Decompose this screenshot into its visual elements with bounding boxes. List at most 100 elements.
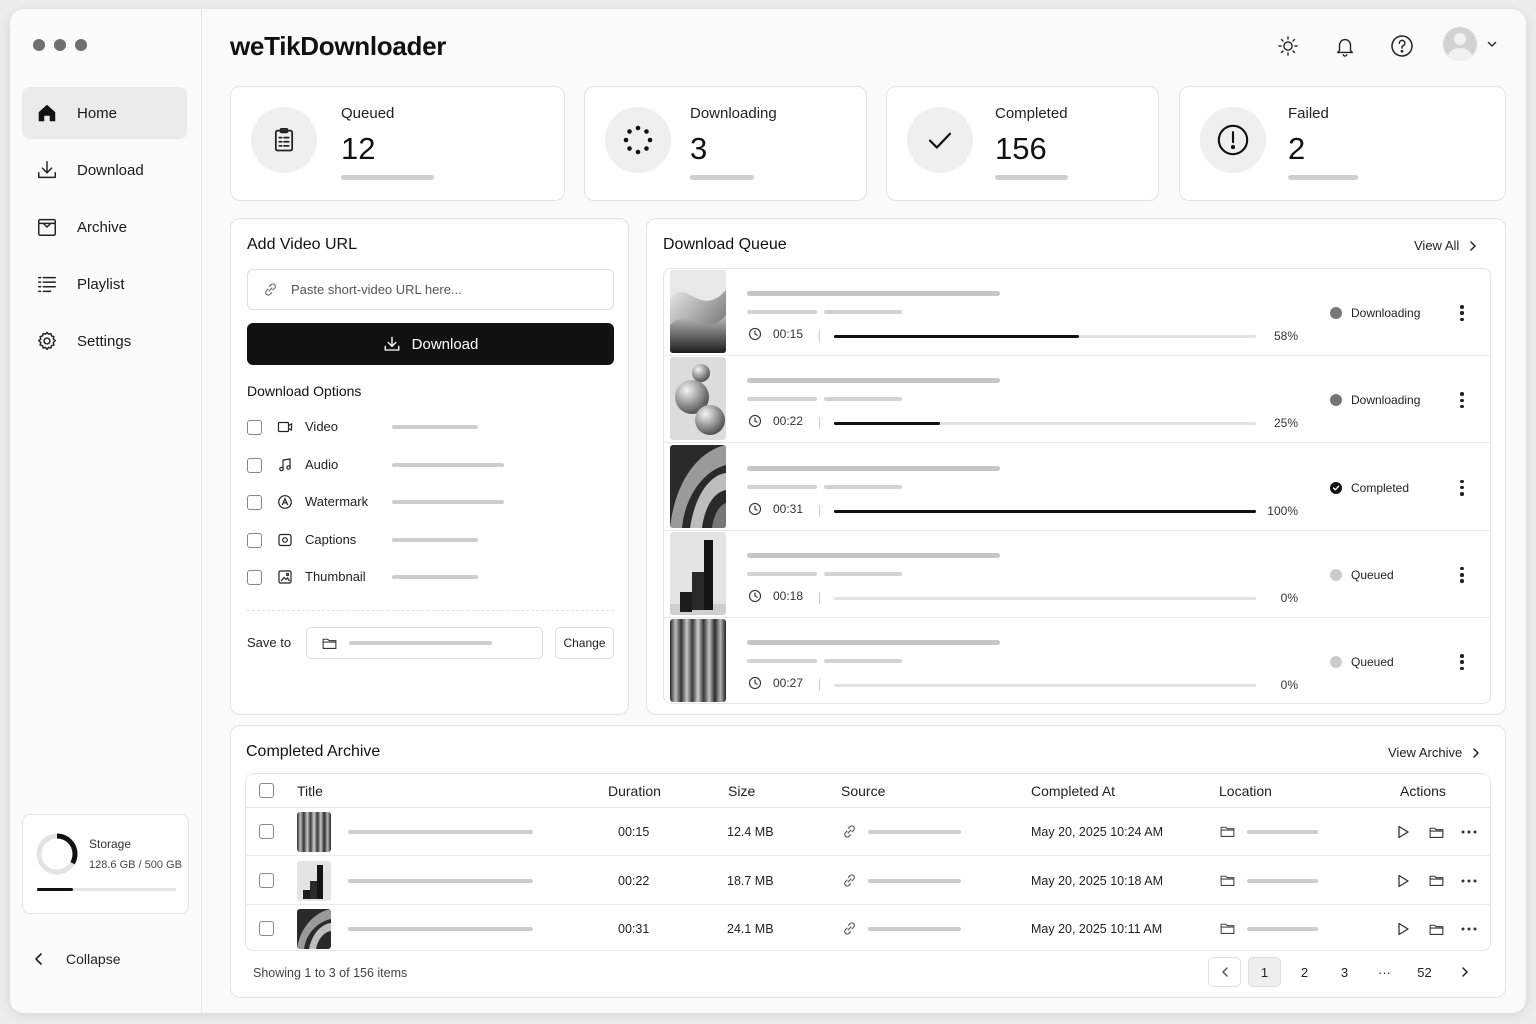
- row-checkbox[interactable]: [259, 921, 274, 936]
- column-header-completed-at[interactable]: Completed At: [1031, 774, 1115, 808]
- column-header-title[interactable]: Title: [297, 774, 323, 808]
- link-icon: [265, 283, 276, 296]
- clock-icon: [748, 327, 762, 341]
- option-checkbox[interactable]: [247, 457, 262, 473]
- table-row[interactable]: 00:31 24.1 MB May 20, 2025 10:11 AM: [246, 905, 1490, 950]
- video-thumbnail: [670, 270, 726, 353]
- queue-item[interactable]: 00:27 0% Queued: [664, 618, 1490, 703]
- sidebar-item-archive[interactable]: Archive: [22, 201, 187, 253]
- play-icon[interactable]: [1394, 872, 1412, 890]
- sidebar-item-playlist[interactable]: Playlist: [22, 258, 187, 310]
- captions-icon: [278, 533, 292, 547]
- stat-placeholder-bar: [1288, 175, 1358, 180]
- queue-item[interactable]: 00:31 100% Completed: [664, 444, 1490, 531]
- window-minimize-dot[interactable]: [54, 39, 66, 51]
- more-options-icon[interactable]: [1454, 390, 1470, 410]
- row-checkbox[interactable]: [259, 824, 274, 839]
- queue-item[interactable]: 00:18 0% Queued: [664, 531, 1490, 618]
- option-checkbox[interactable]: [247, 532, 262, 548]
- option-checkbox[interactable]: [247, 419, 262, 435]
- column-header-duration[interactable]: Duration: [608, 774, 661, 808]
- sidebar-item-home[interactable]: Home: [22, 87, 187, 139]
- more-horizontal-icon[interactable]: [1460, 823, 1478, 841]
- option-checkbox[interactable]: [247, 494, 262, 510]
- view-archive-link[interactable]: View Archive: [1388, 745, 1481, 760]
- stat-card-queued: Queued 12: [230, 86, 565, 201]
- more-horizontal-icon[interactable]: [1460, 920, 1478, 938]
- queue-item[interactable]: 00:22 25% Downloading: [664, 356, 1490, 444]
- folder-icon[interactable]: [1427, 823, 1445, 841]
- table-row[interactable]: 00:15 12.4 MB May 20, 2025 10:24 AM: [246, 808, 1490, 856]
- video-thumbnail: [670, 357, 726, 441]
- change-path-button[interactable]: Change: [555, 627, 614, 659]
- pagination-next-button[interactable]: [1448, 957, 1481, 987]
- option-label: Video: [305, 419, 339, 434]
- notifications-button[interactable]: [1332, 33, 1358, 59]
- pagination-page-button[interactable]: 2: [1288, 957, 1321, 987]
- more-options-icon[interactable]: [1454, 565, 1470, 585]
- option-checkbox[interactable]: [247, 569, 262, 585]
- collapse-button[interactable]: Collapse: [32, 951, 120, 967]
- playlist-icon: [38, 276, 56, 293]
- storage-card: Storage 128.6 GB / 500 GB: [22, 814, 189, 914]
- pagination-prev-button[interactable]: [1208, 957, 1241, 987]
- column-header-size[interactable]: Size: [728, 774, 755, 808]
- save-path-field[interactable]: [306, 627, 543, 659]
- size-cell: 18.7 MB: [727, 873, 774, 888]
- progress-percent: 0%: [1280, 590, 1298, 605]
- play-icon[interactable]: [1394, 920, 1412, 938]
- select-all-checkbox[interactable]: [259, 783, 274, 798]
- more-horizontal-icon[interactable]: [1460, 872, 1478, 890]
- more-options-icon[interactable]: [1454, 652, 1470, 672]
- row-checkbox[interactable]: [259, 872, 274, 888]
- url-input[interactable]: [291, 282, 591, 297]
- more-options-icon[interactable]: [1454, 478, 1470, 498]
- option-thumbnail: Thumbnail: [247, 567, 478, 587]
- add-url-panel: Add Video URL Download Download Options …: [230, 218, 629, 715]
- folder-icon[interactable]: [1427, 920, 1445, 938]
- window-maximize-dot[interactable]: [75, 39, 87, 51]
- clock-icon: [748, 589, 762, 602]
- help-button[interactable]: [1389, 33, 1415, 59]
- location-placeholder-bar: [1247, 878, 1318, 883]
- chevron-down-icon: [1487, 41, 1497, 47]
- archive-title: Completed Archive: [246, 743, 381, 760]
- sidebar-item-settings[interactable]: Settings: [22, 315, 187, 367]
- sidebar-item-download[interactable]: Download: [22, 144, 187, 196]
- status-badge: Queued: [1330, 655, 1394, 669]
- window-close-dot[interactable]: [33, 39, 45, 51]
- column-header-location[interactable]: Location: [1219, 774, 1272, 808]
- divider: [247, 610, 614, 611]
- help-icon: [1391, 35, 1413, 57]
- pagination-page-button[interactable]: 3: [1328, 957, 1361, 987]
- collapse-label: Collapse: [66, 951, 121, 967]
- download-icon: [384, 336, 400, 351]
- duration-cell: 00:22: [618, 873, 650, 888]
- download-button[interactable]: Download: [247, 323, 614, 365]
- video-thumbnail: [297, 909, 331, 949]
- status-label: Completed: [1351, 480, 1410, 495]
- table-row[interactable]: 00:22 18.7 MB May 20, 2025 10:18 AM: [246, 857, 1490, 905]
- more-options-icon[interactable]: [1454, 303, 1470, 323]
- stat-card-downloading: Downloading 3: [584, 86, 867, 201]
- window-controls: [33, 39, 87, 51]
- pagination-page-button[interactable]: 1: [1248, 957, 1281, 987]
- pagination-page-button[interactable]: ···: [1368, 957, 1401, 987]
- sidebar-item-label: Playlist: [77, 275, 125, 293]
- meta-placeholder-bar: [824, 310, 902, 314]
- status-badge: Completed: [1330, 481, 1409, 495]
- stat-placeholder-bar: [341, 175, 434, 180]
- view-all-link[interactable]: View All: [1414, 238, 1478, 253]
- user-menu-button[interactable]: [1443, 27, 1498, 61]
- option-label: Thumbnail: [305, 569, 366, 584]
- meta-placeholder-bar: [824, 484, 902, 489]
- folder-icon[interactable]: [1427, 872, 1445, 890]
- play-icon[interactable]: [1394, 823, 1412, 841]
- theme-toggle-button[interactable]: [1275, 33, 1301, 59]
- title-placeholder-bar: [348, 878, 533, 883]
- queue-item[interactable]: 00:15 58% Downloading: [664, 269, 1490, 356]
- duration: 00:27: [748, 676, 803, 690]
- pagination-page-button[interactable]: 52: [1408, 957, 1441, 987]
- completed-archive-panel: Completed Archive View Archive Title Dur…: [230, 725, 1506, 998]
- column-header-source[interactable]: Source: [841, 774, 885, 808]
